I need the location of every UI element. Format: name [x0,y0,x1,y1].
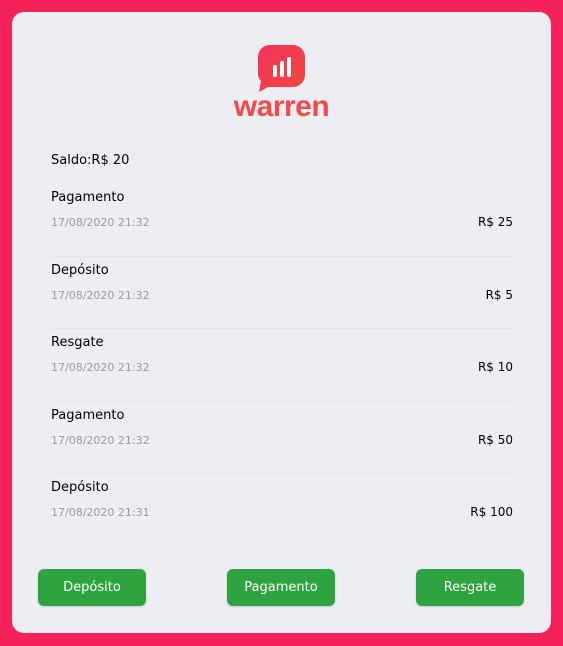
balance-label: Saldo:R$ 20 [51,153,130,168]
transaction-date: 17/08/2020 21:32 [51,361,150,374]
transaction-type: Depósito [51,262,109,278]
transaction-type: Resgate [51,335,104,350]
brand-logo: warren [12,45,551,125]
transaction-amount: R$ 100 [470,505,513,519]
transaction-type: Pagamento [51,407,125,423]
transaction-item: Pagamento 17/08/2020 21:32 R$ 50 [50,402,513,474]
transaction-date: 17/08/2020 21:32 [51,433,150,447]
transaction-list: Pagamento 17/08/2020 21:32 R$ 25 Depósit… [50,184,513,547]
deposit-button[interactable]: Depósito [38,569,146,606]
payment-button[interactable]: Pagamento [227,569,335,606]
transaction-item: Pagamento 17/08/2020 21:32 R$ 25 [50,184,513,257]
transaction-type: Pagamento [51,190,125,205]
transaction-item: Depósito 17/08/2020 21:31 R$ 100 [50,474,513,547]
transaction-amount: R$ 10 [477,360,513,374]
transaction-type: Depósito [51,480,109,495]
transaction-date: 17/08/2020 21:32 [51,216,150,229]
transaction-item: Resgate 17/08/2020 21:32 R$ 10 [50,329,513,402]
transaction-date: 17/08/2020 21:32 [51,288,150,302]
brand-wordmark: warren [233,90,330,123]
transaction-date: 17/08/2020 21:31 [51,506,150,519]
action-bar: Depósito Pagamento Resgate [38,569,524,606]
transaction-item: Depósito 17/08/2020 21:32 R$ 5 [50,257,513,329]
withdraw-button[interactable]: Resgate [416,569,524,606]
transaction-amount: R$ 25 [477,215,513,229]
wallet-card: warren Saldo:R$ 20 Pagamento 17/08/2020 … [12,12,551,633]
transaction-amount: R$ 50 [477,432,513,447]
transaction-amount: R$ 5 [485,287,513,302]
bar-chart-bubble-icon [258,45,305,92]
